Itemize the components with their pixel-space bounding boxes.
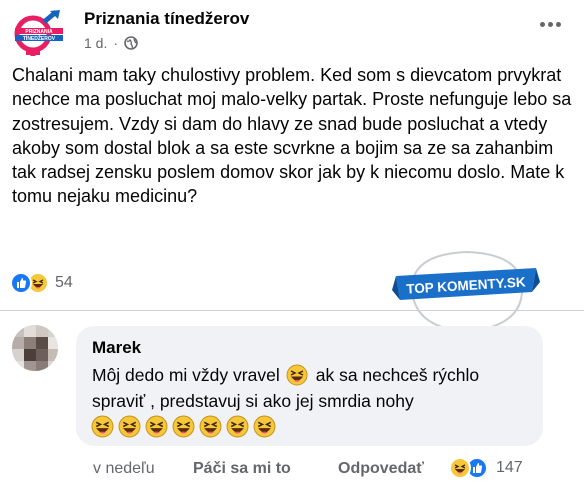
post-text: Chalani mam taky chulostivy problem. Ked… bbox=[12, 65, 572, 207]
comment-text-part-2: ak sa nechceš rýchlo bbox=[315, 364, 480, 385]
post-meta: 1 d. · bbox=[84, 35, 138, 51]
laughing-emoji-icon bbox=[199, 415, 222, 438]
haha-reaction-icon bbox=[449, 457, 471, 479]
post-time[interactable]: 1 d. bbox=[84, 35, 107, 51]
comment-time[interactable]: v nedeľu bbox=[93, 460, 155, 478]
globe-icon bbox=[124, 36, 138, 50]
comment-line-1: Môj dedo mi vždy vravel ak sa nechceš rý… bbox=[92, 364, 479, 386]
laughing-emoji-icon bbox=[91, 415, 114, 438]
like-button[interactable]: Páči sa mi to bbox=[193, 460, 291, 478]
like-reaction-icon bbox=[10, 272, 32, 294]
comment-text-part-1: Môj dedo mi vždy vravel bbox=[92, 364, 280, 385]
comment-author[interactable]: Marek bbox=[92, 338, 141, 358]
reaction-count: 54 bbox=[55, 274, 73, 291]
svg-text:TÍNEDŽEROV: TÍNEDŽEROV bbox=[23, 34, 56, 42]
laughing-emoji-icon bbox=[172, 415, 195, 438]
divider bbox=[0, 310, 584, 311]
page-logo[interactable]: PRIZNANIA TÍNEDŽEROV bbox=[10, 10, 68, 56]
laughing-emoji-icon bbox=[286, 364, 308, 386]
comment-reactions[interactable]: 147 bbox=[449, 457, 523, 479]
page-name[interactable]: Priznania tínedžerov bbox=[84, 9, 249, 29]
laughing-emoji-icon bbox=[118, 415, 141, 438]
comment-emoji-row bbox=[91, 415, 276, 438]
laughing-emoji-icon bbox=[253, 415, 276, 438]
commenter-avatar[interactable] bbox=[12, 325, 58, 371]
reply-button[interactable]: Odpovedať bbox=[338, 460, 424, 478]
meta-separator: · bbox=[113, 35, 119, 51]
comment-line-2: spraviť , predstavuj si ako jej smrdia n… bbox=[92, 391, 414, 411]
post-reactions[interactable]: 54 bbox=[10, 272, 73, 294]
laughing-emoji-icon bbox=[226, 415, 249, 438]
laughing-emoji-icon bbox=[145, 415, 168, 438]
more-options-icon[interactable] bbox=[540, 14, 570, 27]
comment-reaction-count: 147 bbox=[496, 459, 523, 476]
svg-text:PRIZNANIA: PRIZNANIA bbox=[25, 29, 53, 35]
